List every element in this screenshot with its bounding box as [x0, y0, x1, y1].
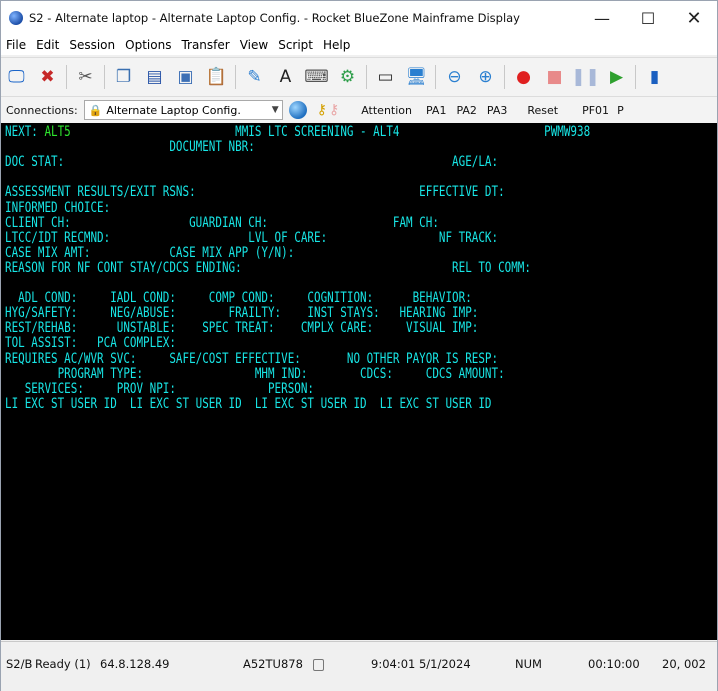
key-disabled-icon[interactable]: ⚷ [329, 102, 339, 118]
screen-title: MMIS LTC SCREENING - ALT4 [235, 124, 400, 140]
connections-selected: Alternate Laptop Config. [106, 103, 241, 117]
screen-row: ADL COND: IADL COND: COMP COND: COGNITIO… [5, 290, 472, 307]
screen-row: ASSESSMENT RESULTS/EXIT RSNS: EFFECTIVE … [5, 184, 505, 201]
screen-row: PROGRAM TYPE: MHM IND: CDCS: CDCS AMOUNT… [5, 365, 505, 382]
connections-dropdown[interactable]: 🔒 Alternate Laptop Config. ▼ [83, 100, 283, 120]
title-bar[interactable]: S2 - Alternate laptop - Alternate Laptop… [1, 1, 717, 35]
status-time: 9:04:01 5/1/2024 [371, 657, 471, 671]
toolbar-separator [504, 65, 505, 89]
toolbar-separator [104, 65, 105, 89]
screen-id: PWMW938 [544, 124, 591, 140]
screen-row: DOCUMENT NBR: [5, 139, 255, 156]
menu-session[interactable]: Session [64, 38, 120, 52]
toolbar-separator [366, 65, 367, 89]
cut-icon[interactable]: ✂ [73, 64, 99, 90]
screen-row: LI EXC ST USER ID LI EXC ST USER ID LI E… [5, 395, 492, 412]
padlock-icon [313, 659, 324, 671]
window-icon[interactable]: ▭ [373, 64, 399, 90]
screen-row: INFORMED CHOICE: [5, 199, 111, 216]
pf01-button[interactable]: PF01 [582, 104, 609, 117]
reset-button[interactable]: Reset [527, 104, 558, 117]
font-icon[interactable]: A [273, 64, 299, 90]
status-cursor: 20, 002 [662, 657, 706, 671]
status-session: S2/B [6, 657, 33, 671]
screen-row: REST/REHAB: UNSTABLE: SPEC TREAT: CMPLX … [5, 320, 479, 337]
status-state: Ready (1) [35, 657, 91, 671]
globe-icon[interactable] [288, 101, 307, 119]
copy-icon[interactable]: ❐ [111, 64, 137, 90]
print-icon[interactable]: ▣ [173, 64, 199, 90]
pf-next-button[interactable]: P [617, 104, 624, 117]
disconnect-icon[interactable]: ✖ [35, 64, 61, 90]
play-icon[interactable]: ▶ [604, 64, 630, 90]
connection-bar: Connections: 🔒 Alternate Laptop Config. … [1, 97, 717, 123]
menu-file[interactable]: File [1, 38, 31, 52]
attention-button[interactable]: Attention [361, 104, 412, 117]
next-label: NEXT: [5, 124, 38, 140]
window-title: S2 - Alternate laptop - Alternate Laptop… [29, 11, 520, 25]
screen-row: CLIENT CH: GUARDIAN CH: FAM CH: [5, 214, 439, 231]
minimize-button[interactable]: — [579, 1, 625, 35]
menu-options[interactable]: Options [120, 38, 176, 52]
close-button[interactable]: ✕ [671, 1, 717, 35]
lock-icon: 🔒 [88, 103, 103, 117]
toolbar-separator [635, 65, 636, 89]
menu-transfer[interactable]: Transfer [176, 38, 234, 52]
menu-help[interactable]: Help [318, 38, 355, 52]
save-icon[interactable]: ▤ [142, 64, 168, 90]
pause-icon[interactable]: ❚❚ [571, 64, 600, 90]
document-icon[interactable]: ▮ [642, 64, 668, 90]
zoom-out-icon[interactable]: ⊖ [442, 64, 468, 90]
new-session-icon[interactable]: 🖵 [4, 64, 30, 90]
record-icon[interactable]: ● [511, 64, 537, 90]
toolbar-separator [235, 65, 236, 89]
menu-edit[interactable]: Edit [31, 38, 64, 52]
zoom-in-icon[interactable]: ⊕ [473, 64, 499, 90]
pa1-button[interactable]: PA1 [426, 104, 446, 117]
menu-view[interactable]: View [235, 38, 273, 52]
screen-row: REQUIRES AC/WVR SVC: SAFE/COST EFFECTIVE… [5, 350, 499, 367]
connections-label: Connections: [6, 103, 78, 117]
macro-icon[interactable]: ⚙ [335, 64, 361, 90]
terminal-screen[interactable]: NEXT: ALT5 MMIS LTC SCREENING - ALT4 PWM… [1, 123, 717, 640]
screen-row: HYG/SAFETY: NEG/ABUSE: FRAILTY: INST STA… [5, 305, 479, 322]
screen-header-row: NEXT: ALT5 MMIS LTC SCREENING - ALT4 PWM… [5, 124, 591, 140]
screen-row: TOL ASSIST: PCA COMPLEX: [5, 335, 176, 352]
bluezone-app-icon[interactable] [9, 11, 23, 25]
toolbar-separator [66, 65, 67, 89]
status-elapsed: 00:10:00 [588, 657, 640, 671]
maximize-button[interactable]: ☐ [625, 1, 671, 35]
screen-row: SERVICES: PROV NPI: PERSON: [5, 380, 315, 397]
stop-icon[interactable]: ■ [542, 64, 568, 90]
toolbar-separator [435, 65, 436, 89]
key-icon[interactable]: ⚷ [317, 102, 327, 118]
next-command-field[interactable]: ALT5 [44, 124, 70, 140]
screen-row: CASE MIX AMT: CASE MIX APP (Y/N): [5, 244, 295, 261]
status-num: NUM [515, 657, 542, 671]
display-icon[interactable]: 🖥 [404, 64, 430, 90]
pa2-button[interactable]: PA2 [456, 104, 476, 117]
screen-row: REASON FOR NF CONT STAY/CDCS ENDING: REL… [5, 259, 531, 276]
status-lock [305, 657, 324, 672]
chevron-down-icon[interactable]: ▼ [272, 105, 279, 115]
status-bar: S2/B Ready (1) 64.8.128.49 A52TU878 9:04… [1, 641, 717, 691]
menu-bar: File Edit Session Options Transfer View … [1, 35, 717, 55]
keyboard-icon[interactable]: ⌨ [304, 64, 330, 90]
bluezone-window: S2 - Alternate laptop - Alternate Laptop… [0, 0, 718, 691]
menu-script[interactable]: Script [273, 38, 318, 52]
screen-row: LTCC/IDT RECMND: LVL OF CARE: NF TRACK: [5, 229, 499, 246]
pa3-button[interactable]: PA3 [487, 104, 507, 117]
screen-row: DOC STAT: AGE/LA: [5, 154, 499, 171]
toolbar: 🖵 ✖ ✂ ❐ ▤ ▣ 📋 ✎ A ⌨ ⚙ ▭ 🖥 ⊖ ⊕ ● ■ ❚❚ ▶ ▮ [1, 57, 717, 97]
status-lu: A52TU878 [243, 657, 303, 671]
status-host: 64.8.128.49 [100, 657, 170, 671]
paste-icon[interactable]: 📋 [204, 64, 230, 90]
edit-icon[interactable]: ✎ [242, 64, 268, 90]
